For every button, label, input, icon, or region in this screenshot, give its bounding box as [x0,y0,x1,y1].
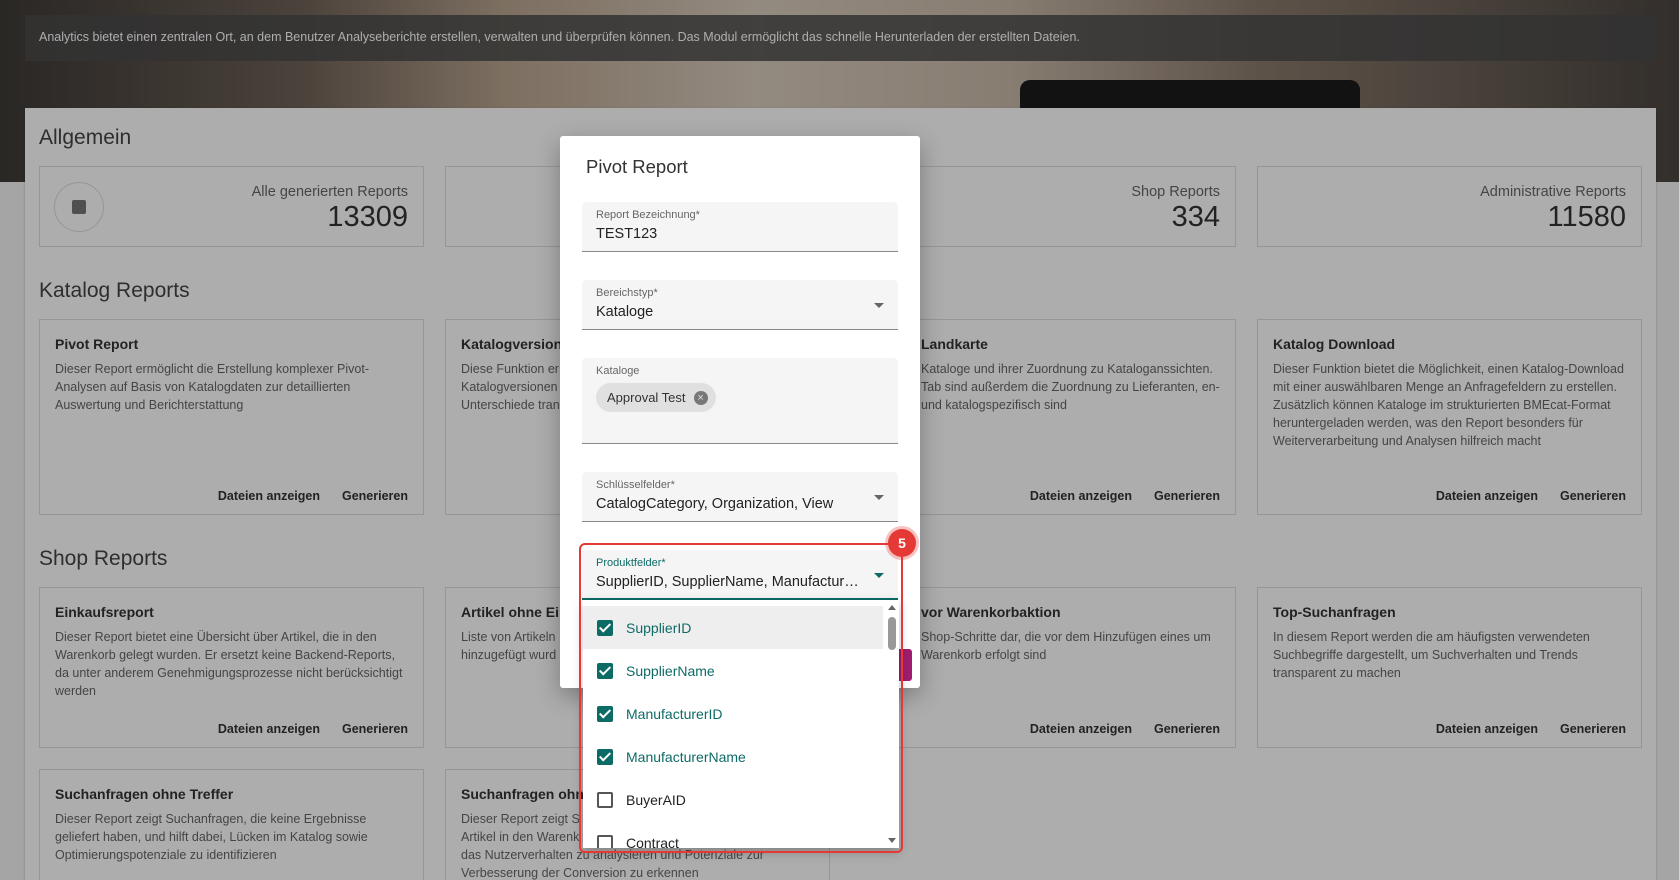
schluesselfelder-select[interactable]: Schlüsselfelder* CatalogCategory, Organi… [582,472,898,522]
field-label: Schlüsselfelder* [596,479,675,491]
report-name-field[interactable]: Report Bezeichnung* TEST123 [582,202,898,252]
bereichstyp-select[interactable]: Bereichstyp* Kataloge [582,280,898,330]
chip-remove-icon[interactable]: × [693,391,708,405]
chip-label: Approval Test [607,390,686,405]
dropdown-arrow-icon [874,495,884,500]
highlight-annotation-box [579,543,903,853]
step-badge: 5 [888,529,916,557]
field-label: Report Bezeichnung* [596,209,700,221]
field-label: Kataloge [596,365,640,377]
field-value: CatalogCategory, Organization, View [596,496,834,512]
field-value: Kataloge [596,304,654,320]
kataloge-select[interactable]: Kataloge Approval Test × [582,358,898,444]
catalog-chip[interactable]: Approval Test × [596,383,716,412]
field-label: Bereichstyp* [596,287,658,299]
field-value: TEST123 [596,226,658,242]
dropdown-arrow-icon [874,303,884,308]
dialog-title: Pivot Report [586,156,688,177]
